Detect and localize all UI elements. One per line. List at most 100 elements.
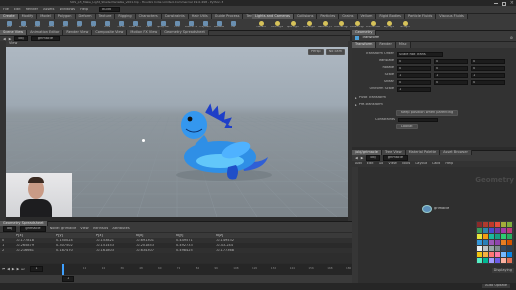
tab-misc[interactable]: Misc: [395, 42, 411, 48]
param-field[interactable]: 0: [397, 58, 431, 64]
net-menu-add[interactable]: Add: [355, 162, 362, 166]
table-row[interactable]: 2 -0.216661 0.187470 -0.161803 -0.634307 0.49…: [0, 248, 352, 253]
shelf-tool[interactable]: Path: [143, 21, 155, 28]
param-field[interactable]: 1: [434, 72, 468, 78]
shelf-tool[interactable]: Null: [73, 21, 85, 28]
spreadsheet-column-header[interactable]: P[y]: [54, 234, 94, 238]
net-path-context[interactable]: grimacle: [382, 155, 408, 161]
color-swatch[interactable]: [483, 234, 488, 239]
shelf-light-tool[interactable]: Environment Light: [366, 21, 380, 28]
menu-file[interactable]: File: [3, 8, 9, 12]
color-swatch[interactable]: [483, 222, 488, 227]
color-swatch[interactable]: [507, 228, 512, 233]
color-swatch[interactable]: [483, 258, 488, 263]
spreadsheet-column-header[interactable]: P[z]: [94, 234, 134, 238]
color-swatch[interactable]: [477, 258, 482, 263]
auto-update-button[interactable]: Auto Update: [482, 284, 510, 288]
forward-arrow-icon[interactable]: ▶: [9, 37, 12, 41]
param-field[interactable]: 0: [397, 65, 431, 71]
viewport[interactable]: Persp No cam: [6, 47, 348, 217]
net-back-icon[interactable]: ◀: [355, 156, 358, 160]
shelf-tool[interactable]: Tube: [31, 21, 43, 28]
spreadsheet-column-header[interactable]: N[x]: [134, 234, 174, 238]
color-swatch[interactable]: [483, 252, 488, 257]
color-swatch[interactable]: [477, 234, 482, 239]
geometry-node[interactable]: grimacle: [422, 205, 449, 213]
spreadsheet-column-header[interactable]: P[x]: [14, 234, 54, 238]
color-swatch[interactable]: [507, 234, 512, 239]
param-field[interactable]: 0: [471, 65, 505, 71]
spreadsheet-view[interactable]: View: [80, 227, 88, 231]
color-swatch[interactable]: [477, 252, 482, 257]
shelf-tool[interactable]: Torus: [45, 21, 57, 28]
color-swatch[interactable]: [483, 246, 488, 251]
color-swatch[interactable]: [489, 240, 494, 245]
color-swatch[interactable]: [489, 234, 494, 239]
spreadsheet-path[interactable]: obj: [3, 226, 17, 232]
param-field[interactable]: 0: [397, 79, 431, 85]
spreadsheet-context[interactable]: grimacle: [20, 226, 46, 232]
color-palette[interactable]: [476, 221, 514, 264]
color-swatch[interactable]: [495, 240, 500, 245]
step-forward-icon[interactable]: ▶: [17, 267, 20, 271]
shelf-light-tool[interactable]: Point Light: [270, 21, 284, 28]
play-icon[interactable]: ▶: [12, 267, 15, 271]
jump-end-icon[interactable]: ⏭: [21, 267, 24, 271]
param-field[interactable]: 0: [471, 79, 505, 85]
shelf-tab-rigging[interactable]: Rigging: [115, 13, 136, 20]
color-swatch[interactable]: [495, 222, 500, 227]
param-field[interactable]: 1: [471, 72, 505, 78]
color-swatch[interactable]: [495, 234, 500, 239]
menu-assets[interactable]: Assets: [43, 8, 54, 12]
param-field[interactable]: 1: [397, 72, 431, 78]
shelf-tab-hair-utils[interactable]: Hair Utils: [188, 13, 212, 20]
shelf-tab-guide-process[interactable]: Guide Process: [211, 13, 244, 20]
color-swatch[interactable]: [507, 258, 512, 263]
network-editor[interactable]: Geometry grimacle Displaying: [352, 167, 516, 283]
param-pivot[interactable]: ▸ Pivot Transform: [352, 94, 516, 102]
back-arrow-icon[interactable]: ◀: [3, 37, 6, 41]
shelf-tool[interactable]: Circle: [101, 21, 113, 28]
shelf-tab-characters[interactable]: Characters: [135, 13, 162, 20]
keep-position-button[interactable]: Keep position when parenting: [396, 110, 459, 116]
shelf-tool[interactable]: Metaball: [213, 21, 225, 28]
shelf-tab-create[interactable]: Create: [0, 13, 19, 20]
net-menu-labs[interactable]: Labs: [432, 162, 440, 166]
shelf-light-tool[interactable]: Camera: [254, 21, 268, 28]
net-menu-help[interactable]: Help: [445, 162, 453, 166]
gear-icon[interactable]: ⚙: [510, 36, 513, 40]
tab-render[interactable]: Render: [376, 42, 396, 48]
color-swatch[interactable]: [501, 228, 506, 233]
color-swatch[interactable]: [483, 240, 488, 245]
net-menu-tools[interactable]: Tools: [402, 162, 411, 166]
camera-menu[interactable]: No cam: [325, 49, 345, 55]
persp-menu[interactable]: Persp: [308, 49, 324, 55]
color-swatch[interactable]: [501, 234, 506, 239]
lookat-button[interactable]: Lookat: [396, 123, 418, 129]
shelf-tab-texture[interactable]: Texture: [95, 13, 116, 20]
color-swatch[interactable]: [501, 258, 506, 263]
param-field[interactable]: 0: [434, 58, 468, 64]
color-swatch[interactable]: [501, 252, 506, 257]
current-frame[interactable]: 1: [30, 266, 43, 272]
shelf-tab-constraints[interactable]: Constraints: [161, 13, 189, 20]
color-swatch[interactable]: [489, 252, 494, 257]
color-swatch[interactable]: [477, 228, 482, 233]
shelf-light-tool[interactable]: Volume Light: [334, 21, 348, 28]
color-swatch[interactable]: [495, 246, 500, 251]
shelf-light-tool[interactable]: Distant Light: [350, 21, 364, 28]
shelf-light-tool[interactable]: Sky Light: [382, 21, 396, 28]
color-swatch[interactable]: [489, 222, 494, 227]
color-swatch[interactable]: [477, 222, 482, 227]
net-menu-edit[interactable]: Edit: [367, 162, 374, 166]
shelf-tool[interactable]: Spray Paint: [157, 21, 169, 28]
shelf-tool[interactable]: Grid: [59, 21, 71, 28]
param-field[interactable]: 1: [397, 86, 431, 92]
color-swatch[interactable]: [483, 228, 488, 233]
step-back-icon[interactable]: ◀: [7, 267, 10, 271]
spreadsheet-column-header[interactable]: N[z]: [214, 234, 254, 238]
menu-render[interactable]: Render: [26, 8, 38, 12]
color-swatch[interactable]: [501, 222, 506, 227]
shelf-tool[interactable]: Curve: [115, 21, 127, 28]
menu-windows[interactable]: Windows: [60, 8, 76, 12]
